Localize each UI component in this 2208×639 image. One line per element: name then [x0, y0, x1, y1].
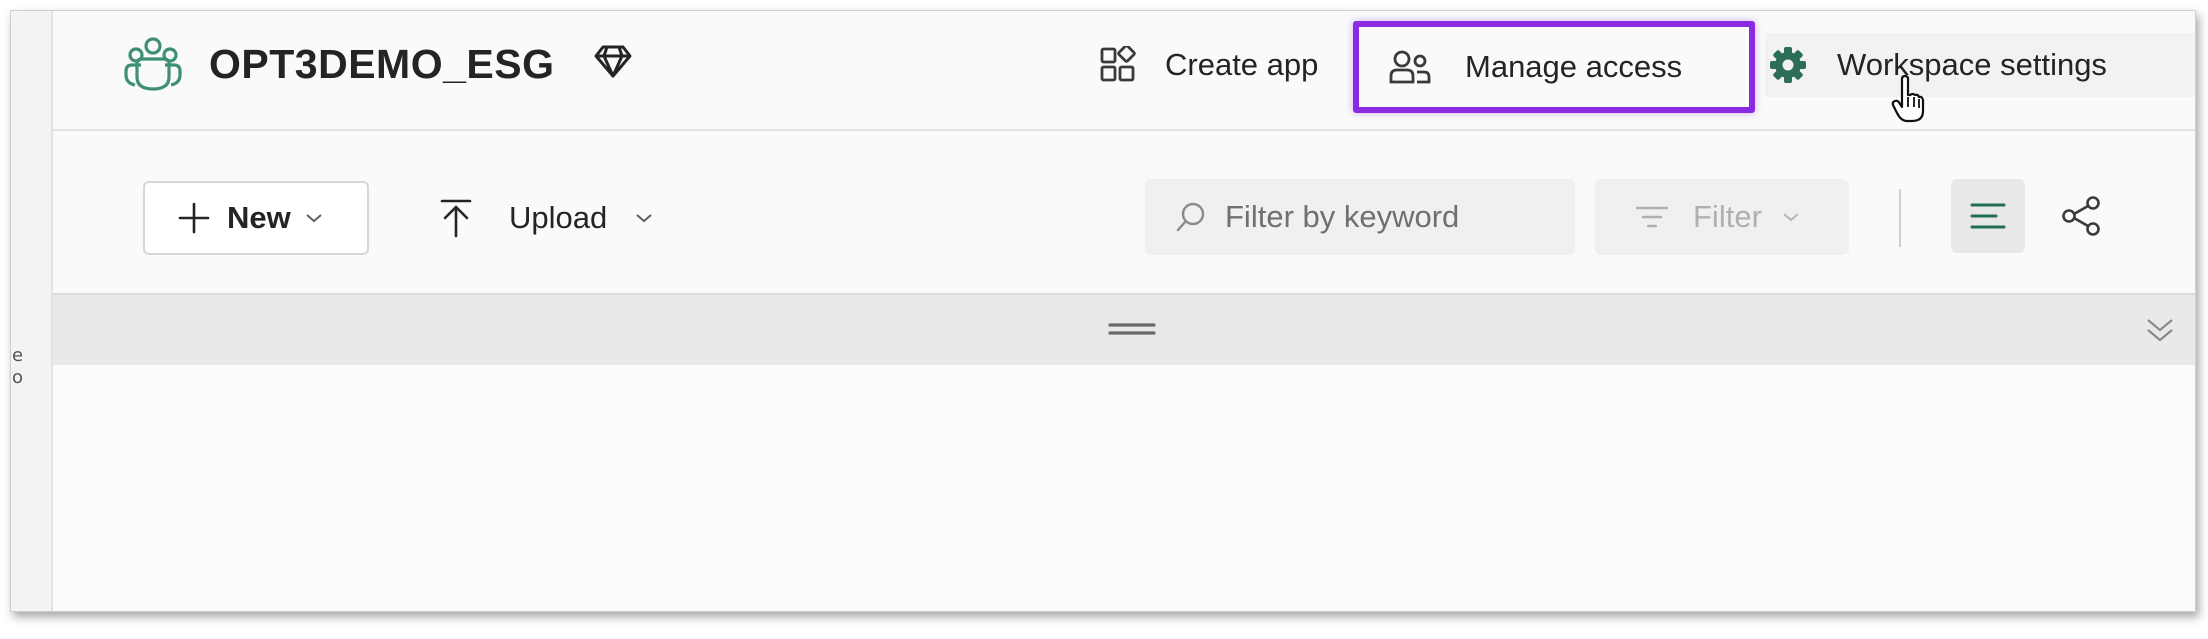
workspace-people-icon [124, 37, 182, 91]
workspace-settings-button[interactable]: Workspace settings [1765, 33, 2195, 97]
search-input[interactable] [1223, 198, 1557, 236]
lineage-icon [2062, 196, 2100, 236]
workspace-settings-label: Workspace settings [1837, 47, 2107, 82]
people-icon [1389, 50, 1431, 84]
toolbar-divider [1899, 189, 1901, 247]
drag-handle-icon[interactable] [1107, 319, 1157, 339]
manage-access-button[interactable]: Manage access [1353, 21, 1755, 113]
chevron-down-icon [636, 214, 652, 223]
diamond-icon [594, 45, 632, 78]
create-app-button[interactable]: Create app [1099, 33, 1318, 97]
search-box[interactable] [1145, 179, 1575, 255]
manage-access-label: Manage access [1465, 49, 1683, 84]
list-view-button[interactable] [1951, 179, 2025, 253]
create-app-label: Create app [1165, 47, 1319, 82]
workspace-toolbar: New Upload Filter by keyword Filter [53, 131, 2195, 293]
left-rail: e o [11, 11, 53, 611]
upload-button-label: Upload [509, 200, 608, 235]
pane-splitter[interactable] [53, 293, 2195, 365]
workspace-content-area [53, 365, 2195, 611]
plus-icon [178, 202, 210, 234]
rail-text-fragment: e [12, 345, 24, 366]
rail-text-fragment: o [12, 367, 24, 388]
workspace-header: OPT3DEMO_ESG Create app Manage access Wo… [53, 11, 2195, 131]
arrow-upload-icon [440, 199, 472, 238]
new-button-label: New [227, 200, 291, 235]
gear-icon [1770, 47, 1806, 83]
chevron-down-icon [306, 214, 322, 223]
filter-icon [1635, 206, 1669, 228]
search-icon [1176, 202, 1205, 232]
chevron-down-icon [1783, 213, 1799, 222]
apps-icon [1100, 46, 1136, 82]
new-button[interactable]: New [143, 181, 369, 255]
hand-pointer-icon [1891, 75, 1925, 123]
filter-button-label: Filter [1693, 199, 1762, 234]
app-window: e o OPT3DEMO_ESG Create app Manage acces… [10, 10, 2196, 612]
lineage-view-button[interactable] [2045, 179, 2119, 253]
list-view-icon [1970, 203, 2006, 229]
chevron-double-down-icon[interactable] [2143, 313, 2177, 347]
filter-button[interactable]: Filter [1595, 179, 1849, 255]
workspace-title: OPT3DEMO_ESG [209, 41, 555, 87]
upload-button[interactable]: Upload [439, 181, 653, 255]
